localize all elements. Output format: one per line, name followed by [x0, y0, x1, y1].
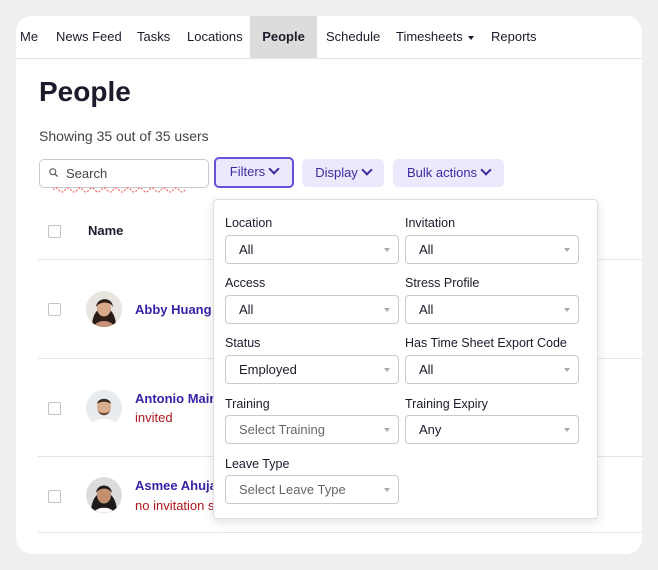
invite-status: invited: [135, 410, 173, 425]
access-select[interactable]: All: [225, 295, 399, 324]
filters-button[interactable]: Filters: [214, 157, 294, 188]
training-select[interactable]: Select Training: [225, 415, 399, 444]
stress-profile-filter-label: Stress Profile: [405, 276, 480, 290]
training-expiry-filter-label: Training Expiry: [405, 397, 488, 411]
row-checkbox[interactable]: [48, 490, 61, 503]
chevron-down-icon: [361, 164, 373, 176]
location-select[interactable]: All: [225, 235, 399, 264]
top-nav: Me News Feed Tasks Locations People Sche…: [16, 16, 642, 59]
training-expiry-select[interactable]: Any: [405, 415, 579, 444]
nav-item-timesheets[interactable]: Timesheets: [396, 16, 474, 58]
chevron-down-icon: [480, 164, 492, 176]
row-checkbox[interactable]: [48, 402, 61, 415]
status-filter-label: Status: [225, 336, 261, 350]
nav-item-news-feed[interactable]: News Feed: [56, 16, 122, 58]
avatar: [86, 477, 122, 513]
caret-down-icon: [564, 368, 570, 372]
caret-down-icon: [564, 248, 570, 252]
chevron-down-icon: [268, 163, 280, 175]
spellcheck-squiggle: [53, 187, 186, 193]
nav-item-me[interactable]: Me: [20, 16, 38, 58]
invitation-filter-label: Invitation: [405, 216, 456, 230]
row-checkbox[interactable]: [48, 303, 61, 316]
bulk-actions-button[interactable]: Bulk actions: [393, 159, 504, 187]
search-input[interactable]: [66, 160, 204, 187]
timesheet-code-select[interactable]: All: [405, 355, 579, 384]
page-title: People: [39, 76, 131, 107]
timesheet-code-filter-label: Has Time Sheet Export Code: [405, 336, 567, 350]
invite-status: no invitation sent: [135, 498, 213, 513]
nav-item-reports[interactable]: Reports: [491, 16, 537, 58]
avatar: [86, 291, 122, 327]
person-name-link[interactable]: Asmee Ahuja: [135, 478, 217, 493]
caret-down-icon: [467, 35, 474, 40]
leave-type-select[interactable]: Select Leave Type: [225, 475, 399, 504]
people-card: Me News Feed Tasks Locations People Sche…: [16, 16, 642, 554]
display-button[interactable]: Display: [302, 159, 384, 187]
caret-down-icon: [384, 488, 390, 492]
caret-down-icon: [564, 308, 570, 312]
person-name-link[interactable]: Abby Huang: [135, 302, 212, 317]
status-select[interactable]: Employed: [225, 355, 399, 384]
showing-count: Showing 35 out of 35 users: [39, 128, 209, 144]
training-filter-label: Training: [225, 397, 270, 411]
caret-down-icon: [564, 428, 570, 432]
caret-down-icon: [384, 248, 390, 252]
name-column-header[interactable]: Name: [88, 223, 123, 238]
caret-down-icon: [384, 368, 390, 372]
leave-type-filter-label: Leave Type: [225, 457, 290, 471]
caret-down-icon: [384, 308, 390, 312]
invitation-select[interactable]: All: [405, 235, 579, 264]
nav-item-locations[interactable]: Locations: [187, 16, 243, 58]
stress-profile-select[interactable]: All: [405, 295, 579, 324]
select-all-checkbox[interactable]: [48, 225, 61, 238]
nav-item-schedule[interactable]: Schedule: [326, 16, 380, 58]
filters-dropdown-panel: Location All Invitation All Access All S…: [213, 199, 598, 519]
nav-item-people[interactable]: People: [250, 16, 317, 58]
access-filter-label: Access: [225, 276, 266, 290]
avatar: [86, 390, 122, 426]
search-icon: [49, 168, 58, 177]
divider: [38, 532, 642, 533]
search-box[interactable]: [39, 159, 209, 188]
person-name-link[interactable]: Antonio Mair: [135, 391, 214, 406]
location-filter-label: Location: [225, 216, 273, 230]
caret-down-icon: [384, 428, 390, 432]
nav-item-tasks[interactable]: Tasks: [137, 16, 170, 58]
